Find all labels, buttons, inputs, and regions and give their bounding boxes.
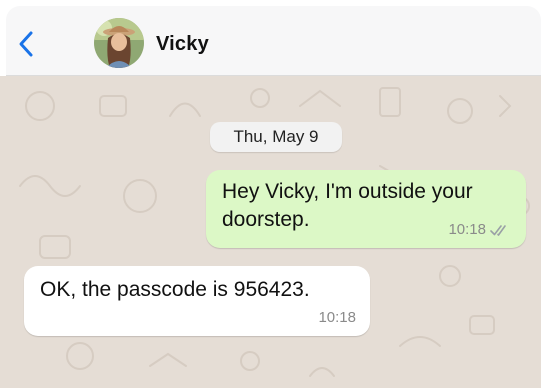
chat-area[interactable]: Thu, May 9 Hey Vicky, I'm outside your d… <box>0 76 541 388</box>
contact-name[interactable]: Vicky <box>156 33 209 56</box>
back-button[interactable] <box>16 30 36 58</box>
chat-header: Vicky <box>6 6 541 76</box>
outgoing-message-bubble[interactable]: Hey Vicky, I'm outside your doorstep. 10… <box>206 170 526 248</box>
chat-screen: Vicky Thu, May 9 Hey Vicky, I'm outside … <box>0 0 541 388</box>
double-check-icon <box>490 225 506 236</box>
message-time: 10:18 <box>318 309 356 326</box>
date-separator: Thu, May 9 <box>210 122 342 152</box>
message-time: 10:18 <box>448 221 486 238</box>
incoming-message-bubble[interactable]: OK, the passcode is 956423. 10:18 <box>24 266 370 336</box>
contact-photo <box>94 18 144 68</box>
message-text: OK, the passcode is 956423. <box>40 278 310 301</box>
avatar[interactable] <box>94 18 144 68</box>
chevron-left-icon <box>19 31 33 57</box>
